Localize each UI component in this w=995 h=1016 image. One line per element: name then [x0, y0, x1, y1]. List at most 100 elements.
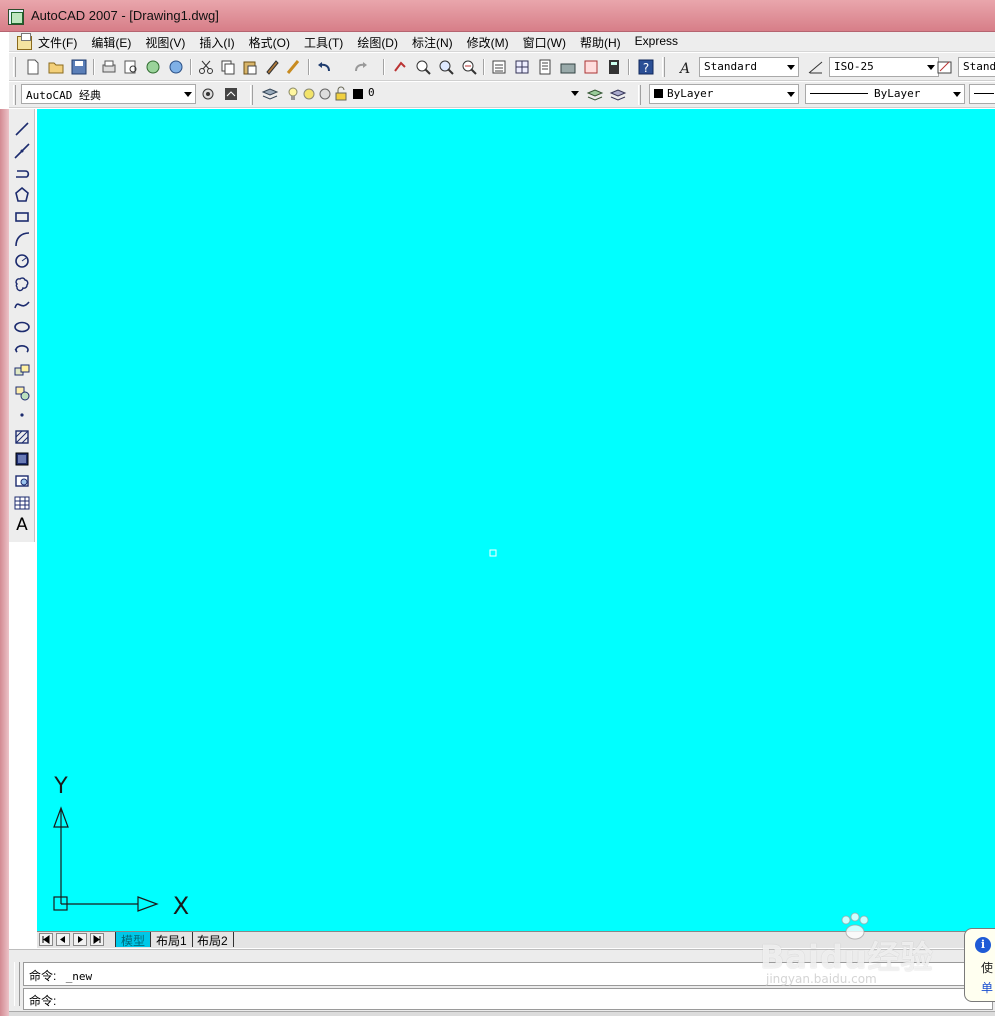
design-center-icon[interactable]: [512, 57, 532, 77]
lineweight-select[interactable]: [969, 84, 995, 104]
menu-draw[interactable]: 绘图(D): [357, 34, 398, 51]
chevron-down-icon: [571, 91, 579, 96]
document-menu-icon[interactable]: [15, 32, 33, 50]
autocad-app-icon[interactable]: [8, 9, 24, 25]
ellipse-icon[interactable]: [11, 317, 33, 337]
prev-tab-button[interactable]: [56, 933, 70, 946]
markup-set-manager-icon[interactable]: [581, 57, 601, 77]
gradient-icon[interactable]: [11, 449, 33, 469]
menu-help[interactable]: 帮助(H): [580, 34, 621, 51]
layout-tab-bar: 模型 布局1 布局2: [37, 931, 995, 948]
paste-icon[interactable]: [240, 57, 260, 77]
insert-block-icon[interactable]: [11, 361, 33, 381]
color-select[interactable]: ByLayer: [649, 84, 799, 104]
table-style-icon[interactable]: [935, 57, 955, 77]
redo-icon[interactable]: [351, 57, 371, 77]
block-editor-icon[interactable]: [284, 57, 304, 77]
menu-modify[interactable]: 修改(M): [467, 34, 509, 51]
menu-view[interactable]: 视图(V): [145, 34, 185, 51]
undo-icon[interactable]: [314, 57, 334, 77]
first-tab-button[interactable]: [39, 933, 53, 946]
hatch-icon[interactable]: [11, 427, 33, 447]
circle-icon[interactable]: [11, 251, 33, 271]
help-icon[interactable]: ?: [636, 57, 656, 77]
toolbar-grip[interactable]: [638, 85, 641, 105]
construction-line-icon[interactable]: [11, 141, 33, 161]
plot-preview-icon[interactable]: [121, 57, 141, 77]
copy-icon[interactable]: [218, 57, 238, 77]
make-object-layer-current-icon[interactable]: [585, 84, 605, 104]
publish-icon[interactable]: [143, 57, 163, 77]
menu-edit[interactable]: 编辑(E): [91, 34, 131, 51]
menu-dimension[interactable]: 标注(N): [412, 34, 453, 51]
menu-insert[interactable]: 插入(I): [199, 34, 234, 51]
layers-toolbar: AutoCAD 经典 0 ByLayer ByLayer: [9, 82, 995, 108]
tab-layout2[interactable]: 布局2: [192, 932, 234, 948]
line-icon[interactable]: [11, 119, 33, 139]
save-workspace-icon[interactable]: [221, 84, 241, 104]
menu-bar: 文件(F) 编辑(E) 视图(V) 插入(I) 格式(O) 工具(T) 绘图(D…: [9, 32, 995, 52]
tab-model[interactable]: 模型: [115, 932, 152, 948]
new-icon[interactable]: [23, 57, 43, 77]
layer-previous-icon[interactable]: [608, 84, 628, 104]
toolbar-grip[interactable]: [13, 57, 16, 77]
table-style-select[interactable]: Standa: [958, 57, 995, 77]
drawing-canvas[interactable]: Y X: [37, 109, 995, 931]
pan-icon[interactable]: [390, 57, 410, 77]
revision-cloud-icon[interactable]: [11, 273, 33, 293]
next-tab-button[interactable]: [73, 933, 87, 946]
make-block-icon[interactable]: [11, 383, 33, 403]
plot-icon[interactable]: [99, 57, 119, 77]
calculator-icon[interactable]: [604, 57, 624, 77]
save-icon[interactable]: [69, 57, 89, 77]
spline-icon[interactable]: [11, 295, 33, 315]
layer-properties-icon[interactable]: [260, 84, 280, 104]
dimension-style-value: ISO-25: [834, 60, 874, 73]
rectangle-icon[interactable]: [11, 207, 33, 227]
linetype-select[interactable]: ByLayer: [805, 84, 965, 104]
cut-icon[interactable]: [196, 57, 216, 77]
table-icon[interactable]: [11, 493, 33, 513]
toolbar-grip[interactable]: [13, 85, 16, 105]
ellipse-arc-icon[interactable]: [11, 339, 33, 359]
last-tab-button[interactable]: [90, 933, 104, 946]
table-style-value: Standa: [963, 60, 995, 73]
menu-tools[interactable]: 工具(T): [304, 34, 343, 51]
toolbar-grip[interactable]: [662, 57, 665, 77]
menu-file[interactable]: 文件(F): [38, 34, 77, 51]
workspace-select[interactable]: AutoCAD 经典: [21, 84, 196, 104]
notification-balloon[interactable]: i 使 单: [964, 928, 995, 1002]
text-style-icon[interactable]: A: [676, 57, 696, 77]
multiline-text-icon[interactable]: A: [11, 515, 33, 535]
zoom-realtime-icon[interactable]: [413, 57, 433, 77]
menu-express[interactable]: Express: [635, 34, 678, 51]
match-properties-icon[interactable]: [262, 57, 282, 77]
dimension-style-icon[interactable]: [806, 57, 826, 77]
polygon-icon[interactable]: [11, 185, 33, 205]
text-style-select[interactable]: Standard: [699, 57, 799, 77]
command-window-grip[interactable]: [14, 962, 20, 1006]
menu-window[interactable]: 窗口(W): [523, 34, 566, 51]
zoom-window-icon[interactable]: [436, 57, 456, 77]
menu-format[interactable]: 格式(O): [249, 34, 290, 51]
open-icon[interactable]: [46, 57, 66, 77]
etransmit-icon[interactable]: [166, 57, 186, 77]
tool-palettes-icon[interactable]: [535, 57, 555, 77]
command-input[interactable]: 命令:: [23, 988, 993, 1010]
balloon-link[interactable]: 单: [981, 979, 993, 996]
region-icon[interactable]: [11, 471, 33, 491]
balloon-text: 使: [981, 961, 994, 975]
sheet-set-manager-icon[interactable]: [558, 57, 578, 77]
properties-icon[interactable]: [489, 57, 509, 77]
arc-icon[interactable]: [11, 229, 33, 249]
workspace-settings-icon[interactable]: [198, 84, 218, 104]
layer-select[interactable]: 0: [364, 84, 582, 104]
point-icon[interactable]: [11, 405, 33, 425]
polyline-icon[interactable]: [11, 163, 33, 183]
dimension-style-select[interactable]: ISO-25: [829, 57, 939, 77]
chevron-down-icon: [184, 92, 192, 97]
tab-layout1[interactable]: 布局1: [151, 932, 193, 948]
toolbar-grip[interactable]: [250, 85, 253, 105]
zoom-previous-icon[interactable]: [459, 57, 479, 77]
ucs-x-label: X: [173, 892, 189, 920]
